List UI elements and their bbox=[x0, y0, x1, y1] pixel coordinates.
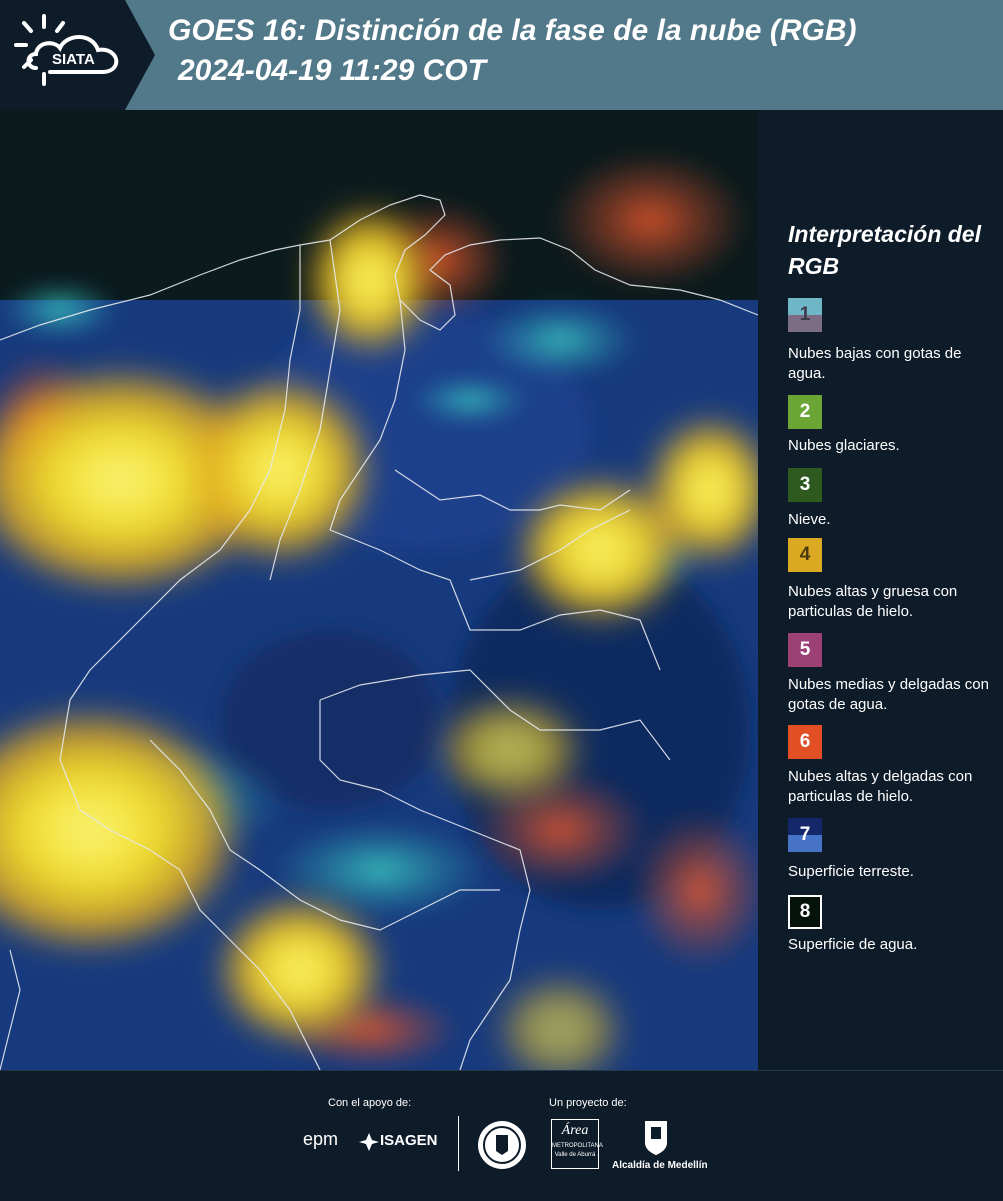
legend-swatch-2: 2 bbox=[788, 395, 822, 429]
footer: Con el apoyo de: Un proyecto de: epm ISA… bbox=[0, 1070, 1003, 1201]
epm-logo: epm bbox=[303, 1129, 339, 1149]
support-label: Con el apoyo de: bbox=[328, 1097, 412, 1109]
legend-swatch-3: 3 bbox=[788, 468, 822, 502]
legend-label-5: Nubes medias y delgadas con gotas de agu… bbox=[788, 676, 989, 713]
legend-label-7: Superficie terreste. bbox=[788, 863, 914, 880]
legend-panel: Interpretación del RGB 1 Nubes bajas con… bbox=[758, 110, 1003, 1070]
project-label: Un proyecto de: bbox=[549, 1097, 627, 1109]
area-logo-sub2: Valle de Aburrá bbox=[554, 1152, 596, 1158]
isagen-icon bbox=[359, 1133, 379, 1151]
legend-swatch-4: 4 bbox=[788, 538, 822, 572]
satellite-image bbox=[0, 110, 758, 1070]
legend-swatch-number: 4 bbox=[799, 544, 811, 565]
legend-title: Interpretación del RGB bbox=[788, 221, 981, 279]
medellin-shield-icon bbox=[645, 1121, 667, 1155]
legend-swatch-number: 5 bbox=[799, 639, 811, 660]
area-metropolitana-logo: Área METROPOLITANA Valle de Aburrá bbox=[551, 1119, 603, 1169]
legend-swatch-number: 7 bbox=[799, 824, 811, 845]
page-timestamp: 2024-04-19 11:29 COT bbox=[178, 54, 486, 87]
page-title: GOES 16: Distinción de la fase de la nub… bbox=[168, 14, 857, 47]
alcaldia-logo: Alcaldía de Medellín bbox=[612, 1160, 708, 1171]
legend-swatch-7: 7 bbox=[788, 818, 822, 852]
legend-swatch-number: 1 bbox=[799, 304, 811, 325]
isagen-logo: ISAGEN bbox=[380, 1132, 438, 1149]
legend-swatch-number: 8 bbox=[799, 901, 811, 922]
legend-swatch-5: 5 bbox=[788, 633, 822, 667]
legend-swatch-number: 6 bbox=[799, 731, 811, 752]
legend-label-1: Nubes bajas con gotas de agua. bbox=[788, 345, 962, 382]
legend-swatch-8: 8 bbox=[788, 895, 822, 929]
legend-swatch-number: 2 bbox=[799, 401, 811, 422]
legend-label-8: Superficie de agua. bbox=[788, 936, 918, 953]
siata-logo: SIATA bbox=[0, 0, 155, 110]
logo-text: SIATA bbox=[52, 51, 95, 68]
header-bar: SIATA GOES 16: Distinción de la fase de … bbox=[0, 0, 1003, 110]
legend-label-4: Nubes altas y gruesa con particulas de h… bbox=[788, 583, 958, 620]
sun-cloud-icon: SIATA bbox=[14, 14, 119, 86]
area-logo-text: Área bbox=[561, 1123, 589, 1138]
footer-divider bbox=[458, 1116, 459, 1171]
legend-label-3: Nieve. bbox=[788, 511, 831, 528]
legend-swatch-1: 1 bbox=[788, 298, 822, 332]
legend-swatch-6: 6 bbox=[788, 725, 822, 759]
area-logo-sub1: METROPOLITANA bbox=[552, 1143, 603, 1149]
legend-swatch-number: 3 bbox=[799, 474, 811, 495]
seal-icon bbox=[478, 1121, 526, 1169]
legend-label-6: Nubes altas y delgadas con particulas de… bbox=[788, 768, 973, 805]
legend-label-2: Nubes glaciares. bbox=[788, 437, 900, 454]
